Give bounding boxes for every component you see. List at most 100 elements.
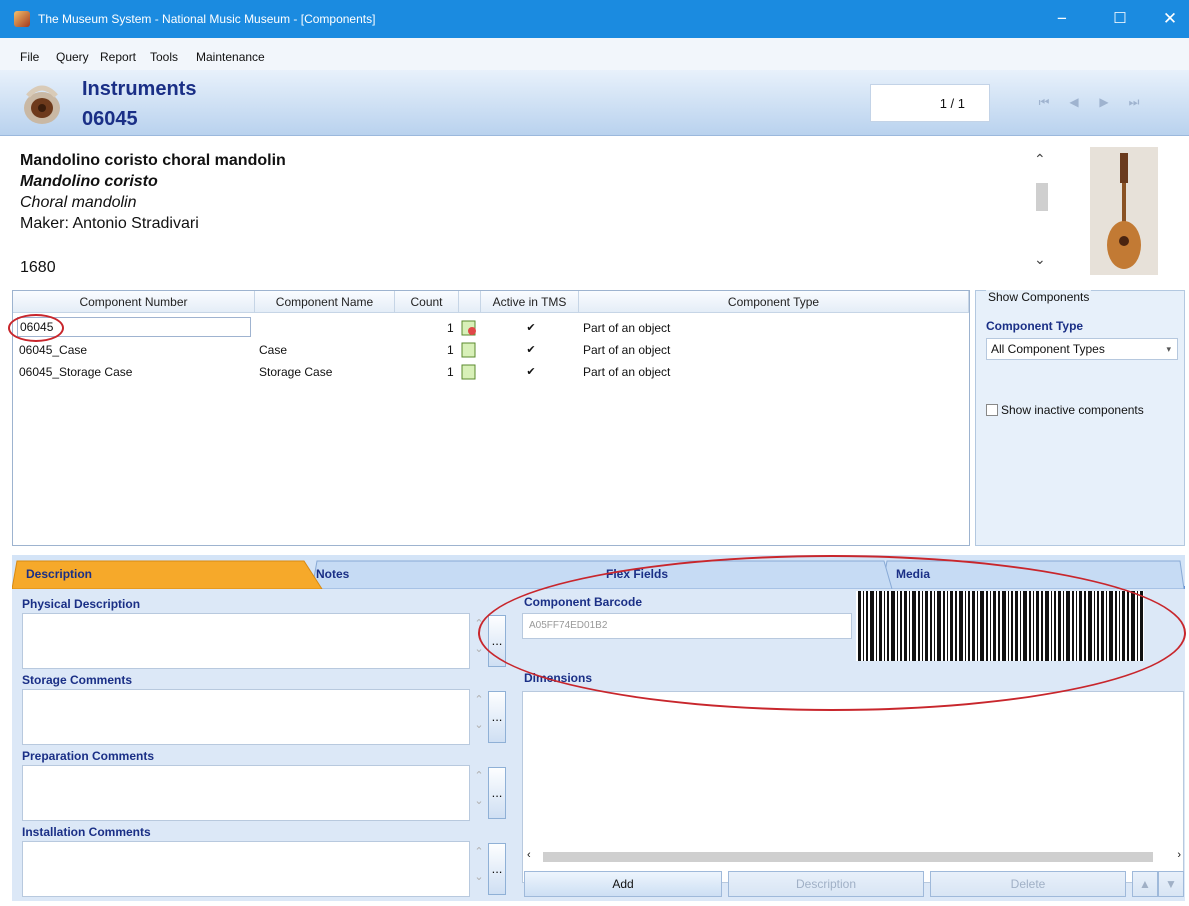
record-counter: 1 / 1	[870, 84, 990, 122]
summary-scrollbar[interactable]: ⌃ ⌄	[1030, 151, 1054, 275]
row2-active-check[interactable]: ✔	[525, 344, 537, 356]
physical-description-expand-button[interactable]: ...	[488, 615, 506, 667]
menu-query[interactable]: Query	[56, 50, 89, 64]
instrument-thumbnail[interactable]	[1090, 147, 1158, 275]
instrument-module-icon	[24, 85, 60, 124]
storage-comments-scroll[interactable]: ⌃ ⌄	[470, 693, 488, 731]
installation-comments-scroll[interactable]: ⌃ ⌄	[470, 845, 488, 883]
show-inactive-label: Show inactive components	[1001, 403, 1144, 417]
component-type-select[interactable]: All Component Types ▾	[986, 338, 1178, 360]
row3-name[interactable]: Storage Case	[259, 361, 332, 383]
menu-bar: File Query Report Tools Maintenance	[0, 38, 1189, 70]
storage-comments-label: Storage Comments	[22, 673, 133, 687]
component-barcode-label: Component Barcode	[524, 595, 643, 609]
dimension-description-button[interactable]: Description	[728, 871, 924, 897]
row3-type[interactable]: Part of an object	[583, 361, 670, 383]
installation-comments-label: Installation Comments	[22, 825, 151, 839]
app-icon	[14, 11, 30, 27]
component-location-icon[interactable]	[461, 320, 477, 336]
scroll-right-icon[interactable]: ›	[1177, 849, 1181, 861]
menu-maintenance[interactable]: Maintenance	[196, 50, 265, 64]
move-down-button[interactable]: ▼	[1158, 871, 1184, 897]
tab-description[interactable]: Description	[26, 561, 92, 589]
row2-type[interactable]: Part of an object	[583, 339, 670, 361]
physical-description-field[interactable]	[22, 613, 470, 669]
menu-tools[interactable]: Tools	[150, 50, 178, 64]
preparation-comments-scroll[interactable]: ⌃ ⌄	[470, 769, 488, 807]
component-location-icon[interactable]	[461, 364, 477, 380]
tab-media[interactable]: Media	[896, 561, 930, 589]
object-number: 06045	[82, 108, 138, 130]
dimensions-horizontal-scrollbar[interactable]: ‹ ›	[525, 849, 1183, 865]
tab-notes[interactable]: Notes	[316, 561, 349, 589]
tab-shapes	[12, 560, 1185, 589]
tab-strip: Description Notes Flex Fields Media	[12, 555, 1185, 589]
row1-active-check[interactable]: ✔	[525, 322, 537, 334]
tab-flex-fields[interactable]: Flex Fields	[606, 561, 668, 589]
record-header: Instruments 06045 1 / 1 ⏮ ◀ ▶ ⏭	[0, 70, 1189, 136]
add-dimension-button[interactable]: Add	[524, 871, 722, 897]
dropdown-arrow-icon[interactable]: ▾	[1166, 339, 1171, 359]
description-tab-panel: Physical Description ⌃ ⌄ ... Storage Comm…	[12, 589, 1185, 901]
scroll-left-icon[interactable]: ‹	[527, 849, 531, 861]
physical-description-label: Physical Description	[22, 597, 141, 611]
col-count[interactable]: Count	[395, 291, 459, 313]
preparation-comments-label: Preparation Comments	[22, 749, 155, 763]
show-components-legend: Show Components	[986, 290, 1092, 304]
next-record-icon[interactable]: ▶	[1094, 92, 1114, 112]
component-location-icon[interactable]	[461, 342, 477, 358]
title-bar: The Museum System - National Music Museu…	[0, 0, 1189, 38]
preparation-comments-field[interactable]	[22, 765, 470, 821]
col-active-in-tms[interactable]: Active in TMS	[481, 291, 579, 313]
component-type-label: Component Type	[986, 319, 1084, 333]
summary-italic-title: Mandolino coristo	[20, 173, 158, 190]
component-barcode-field[interactable]: A05FF74ED01B2	[522, 613, 852, 639]
physical-description-scroll[interactable]: ⌃ ⌄	[470, 617, 488, 655]
col-component-type[interactable]: Component Type	[579, 291, 969, 313]
scroll-thumb[interactable]	[543, 852, 1153, 862]
object-summary: Mandolino coristo choral mandolin Mandol…	[0, 137, 1189, 287]
barcode-image	[856, 591, 1144, 661]
move-up-button[interactable]: ▲	[1132, 871, 1158, 897]
summary-title: Mandolino coristo choral mandolin	[20, 152, 286, 169]
components-grid: Component Number Component Name Count Ac…	[12, 290, 970, 546]
installation-comments-field[interactable]	[22, 841, 470, 897]
row3-active-check[interactable]: ✔	[525, 366, 537, 378]
storage-comments-expand-button[interactable]: ...	[488, 691, 506, 743]
row1-number[interactable]: 06045	[17, 317, 251, 337]
minimize-button[interactable]: −	[1042, 6, 1082, 32]
menu-file[interactable]: File	[20, 50, 39, 64]
row1-count[interactable]: 1	[447, 317, 454, 339]
module-name: Instruments	[82, 78, 197, 100]
installation-comments-expand-button[interactable]: ...	[488, 843, 506, 895]
summary-maker: Maker: Antonio Stradivari	[20, 215, 199, 232]
component-type-value: All Component Types	[991, 342, 1105, 356]
dimensions-label: Dimensions	[524, 671, 593, 685]
last-record-icon[interactable]: ⏭	[1124, 92, 1144, 112]
col-component-name[interactable]: Component Name	[255, 291, 395, 313]
show-inactive-option[interactable]: Show inactive components	[986, 403, 1144, 417]
show-inactive-checkbox[interactable]	[986, 404, 998, 416]
maximize-button[interactable]: ☐	[1100, 6, 1140, 32]
row2-count[interactable]: 1	[447, 339, 454, 361]
close-button[interactable]: ✕	[1150, 6, 1189, 32]
scroll-down-icon[interactable]: ⌄	[1034, 251, 1046, 268]
col-icon[interactable]	[459, 291, 481, 313]
row2-name[interactable]: Case	[259, 339, 287, 361]
show-components-panel: Show Components Component Type All Compo…	[975, 290, 1185, 546]
col-component-number[interactable]: Component Number	[13, 291, 255, 313]
row2-number[interactable]: 06045_Case	[19, 339, 87, 361]
row3-count[interactable]: 1	[447, 361, 454, 383]
scroll-up-icon[interactable]: ⌃	[1034, 151, 1046, 168]
scroll-thumb[interactable]	[1036, 183, 1048, 211]
window-title: The Museum System - National Music Museu…	[38, 12, 376, 26]
preparation-comments-expand-button[interactable]: ...	[488, 767, 506, 819]
first-record-icon[interactable]: ⏮	[1034, 92, 1054, 112]
row3-number[interactable]: 06045_Storage Case	[19, 361, 132, 383]
previous-record-icon[interactable]: ◀	[1064, 92, 1084, 112]
menu-report[interactable]: Report	[100, 50, 136, 64]
row1-type[interactable]: Part of an object	[583, 317, 670, 339]
storage-comments-field[interactable]	[22, 689, 470, 745]
summary-subtitle: Choral mandolin	[20, 194, 137, 211]
delete-dimension-button[interactable]: Delete	[930, 871, 1126, 897]
